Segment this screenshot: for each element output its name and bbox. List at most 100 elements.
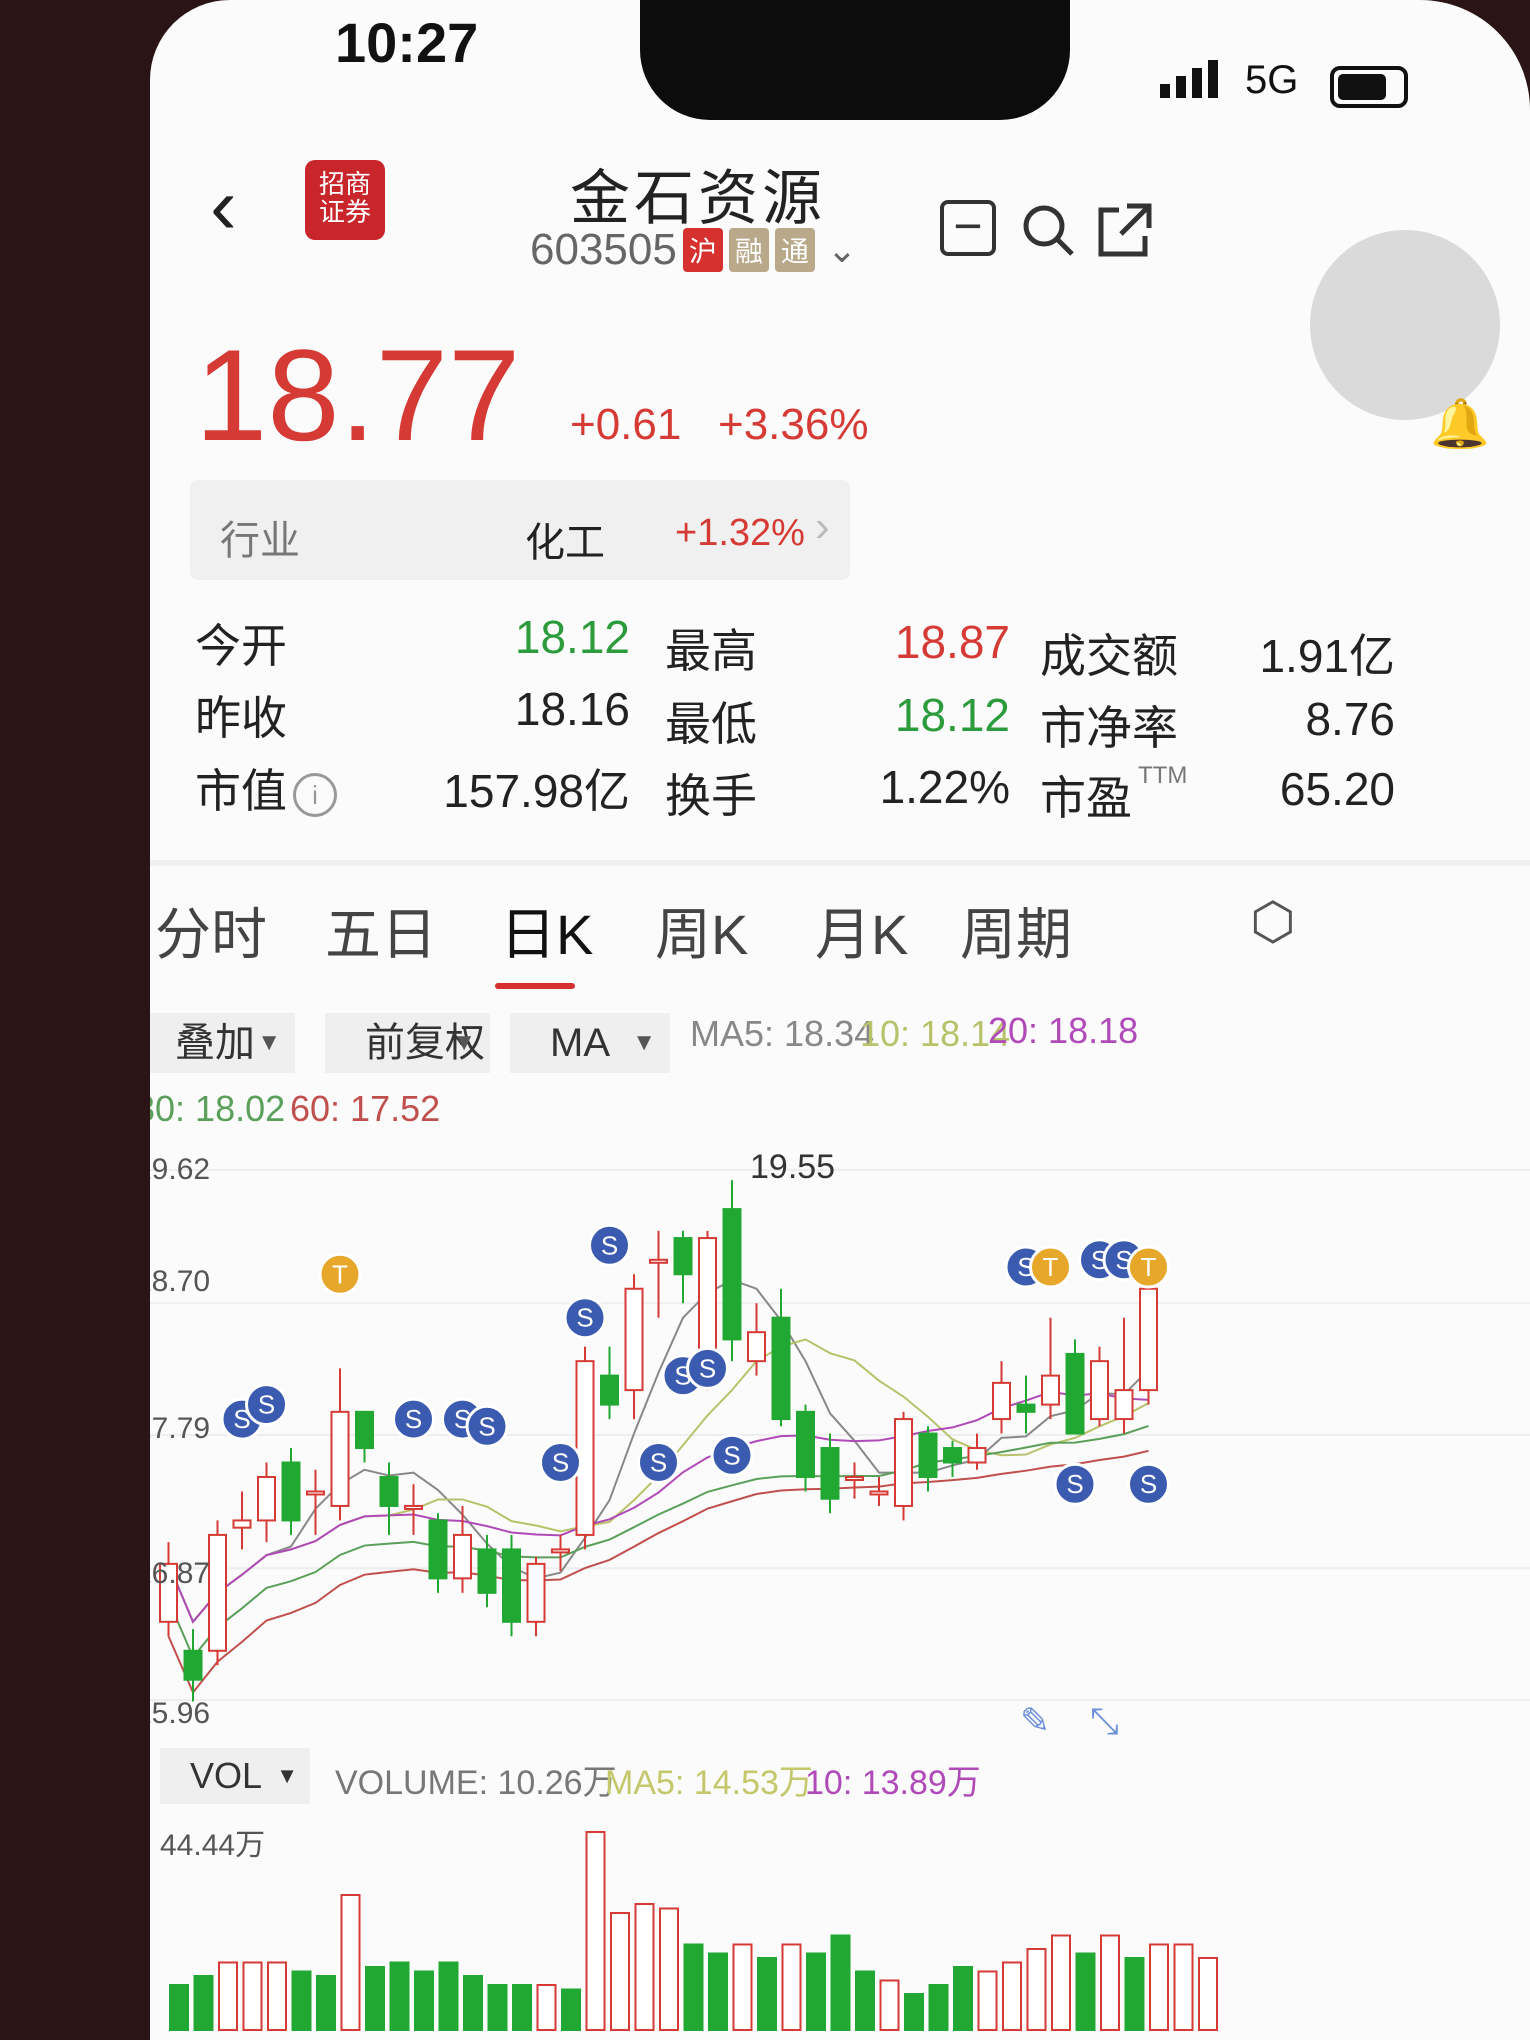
- high-marker-label: 19.55: [750, 1148, 836, 1186]
- volume-bar: [781, 1943, 802, 2032]
- expand-icon[interactable]: ⤡: [1090, 1700, 1119, 1743]
- ma30-value: 30: 18.02: [150, 1088, 286, 1129]
- svg-text:S: S: [478, 1411, 495, 1441]
- volume-bar: [389, 1961, 410, 2032]
- amount-label: 成交额: [1040, 630, 1178, 682]
- volume-bar: [463, 1974, 483, 2031]
- tag-rong: 融: [728, 228, 769, 272]
- volume-bar: [683, 1943, 704, 2032]
- sell-signal-marker[interactable]: S: [392, 1397, 435, 1441]
- sell-signal-marker[interactable]: S: [539, 1441, 582, 1485]
- volume-bar: [487, 1983, 508, 2031]
- draw-pen-icon[interactable]: ✎: [1020, 1700, 1050, 1742]
- sell-signal-marker[interactable]: S: [686, 1346, 729, 1390]
- turnover-value: 1.22%: [879, 761, 1010, 813]
- pb-label: 市净率: [1040, 702, 1178, 754]
- candle-body: [1065, 1352, 1085, 1435]
- volume-bar: [610, 1911, 630, 2031]
- volume-bar: [512, 1983, 532, 2031]
- price-change-pct: +3.36%: [718, 400, 869, 449]
- candle-body: [1041, 1374, 1060, 1406]
- ma5-value: MA5: 18.34: [690, 1013, 875, 1054]
- candle-body: [992, 1381, 1011, 1421]
- volume-bar: [806, 1952, 826, 2032]
- volume-bar: [536, 1983, 557, 2031]
- candle-body: [575, 1360, 595, 1536]
- sell-signal-marker[interactable]: S: [710, 1433, 754, 1477]
- buy-signal-marker[interactable]: T: [1127, 1245, 1170, 1289]
- stock-code-row[interactable]: 603505 沪 融 通 ⌄: [530, 225, 857, 275]
- caret-down-icon: ▼: [257, 1029, 281, 1056]
- candle-body: [673, 1237, 693, 1276]
- back-icon[interactable]: ‹: [210, 160, 237, 252]
- candle-body: [869, 1490, 889, 1496]
- candle-body: [526, 1562, 546, 1623]
- candle-body: [771, 1316, 791, 1421]
- candle-body: [894, 1418, 913, 1507]
- minimize-icon[interactable]: −: [940, 200, 996, 256]
- volume-bar: [365, 1965, 385, 2031]
- pe-label: 市盈: [1040, 772, 1132, 824]
- buy-signal-marker[interactable]: T: [1029, 1245, 1072, 1289]
- tab-monthly-k[interactable]: 月K: [815, 890, 908, 971]
- overlay-label: 叠加: [175, 1021, 255, 1065]
- volume-bar: [904, 1992, 924, 2031]
- ma60-value: 60: 17.52: [290, 1088, 441, 1129]
- alert-bell-icon[interactable]: 🔔: [1430, 395, 1490, 452]
- share-icon[interactable]: [1095, 200, 1155, 260]
- tab-daily-k[interactable]: 日K: [500, 890, 593, 971]
- candle-body: [1016, 1403, 1036, 1413]
- sell-signal-marker[interactable]: S: [588, 1223, 631, 1267]
- candle-body: [502, 1548, 521, 1623]
- kline-chart[interactable]: S STS S SSSSSS SSS TSS S TS: [150, 1140, 1530, 1720]
- market-cap-value: 157.98亿: [443, 765, 630, 817]
- volume-chart[interactable]: [150, 1790, 1530, 2040]
- candle-body: [355, 1410, 374, 1450]
- market-cap-row: 市值 i: [195, 755, 337, 821]
- candle-body: [820, 1447, 840, 1500]
- assistive-touch-button[interactable]: [1310, 230, 1500, 420]
- price-change: +0.61: [570, 400, 682, 449]
- open-label: 今开: [195, 620, 287, 672]
- search-icon[interactable]: [1018, 200, 1078, 260]
- tab-period[interactable]: 周期: [960, 890, 1072, 971]
- candle-body: [967, 1447, 987, 1464]
- stock-code: 603505: [530, 225, 677, 274]
- tab-intraday[interactable]: 分时: [155, 890, 267, 971]
- volume-bar: [193, 1974, 214, 2031]
- volume-bar: [316, 1974, 336, 2031]
- buy-signal-marker[interactable]: T: [318, 1252, 362, 1296]
- tab-five-day[interactable]: 五日: [325, 890, 437, 971]
- sell-signal-marker[interactable]: S: [637, 1441, 680, 1485]
- indicator-dropdown[interactable]: MA ▼: [510, 1013, 670, 1073]
- y-label-bottom: 15.96: [150, 1697, 211, 1730]
- tag-hu: 沪: [682, 228, 723, 272]
- sell-signal-marker[interactable]: S: [563, 1296, 607, 1340]
- volume-bar: [438, 1961, 459, 2032]
- volume-bar: [732, 1943, 753, 2032]
- sell-signal-marker[interactable]: S: [245, 1383, 288, 1427]
- industry-bar[interactable]: 行业 化工 +1.32% ›: [190, 480, 850, 580]
- sell-signal-marker[interactable]: S: [1127, 1462, 1170, 1506]
- industry-name: 化工: [525, 521, 605, 565]
- chevron-down-icon[interactable]: ⌄: [827, 229, 857, 271]
- low-value: 18.12: [894, 689, 1010, 741]
- candle-body: [722, 1208, 742, 1341]
- settings-icon[interactable]: ⬡: [1250, 892, 1295, 952]
- tab-weekly-k[interactable]: 周K: [655, 890, 748, 971]
- candle-body: [943, 1447, 962, 1464]
- volume-bar: [1149, 1943, 1169, 2032]
- candle-body: [379, 1475, 399, 1507]
- market-cap-label: 市值: [195, 765, 287, 817]
- sell-signal-marker[interactable]: S: [1053, 1462, 1097, 1506]
- candle-body: [257, 1475, 276, 1522]
- svg-text:S: S: [723, 1440, 740, 1470]
- adjust-dropdown[interactable]: 前复权 ▼: [325, 1013, 490, 1073]
- sell-signal-marker[interactable]: S: [465, 1404, 509, 1448]
- volume-bar: [708, 1952, 728, 2032]
- info-icon[interactable]: i: [293, 772, 337, 817]
- volume-bar: [830, 1934, 851, 2032]
- overlay-dropdown[interactable]: 叠加 ▼: [150, 1013, 295, 1073]
- caret-down-icon: ▼: [452, 1029, 476, 1056]
- svg-text:S: S: [1066, 1469, 1083, 1499]
